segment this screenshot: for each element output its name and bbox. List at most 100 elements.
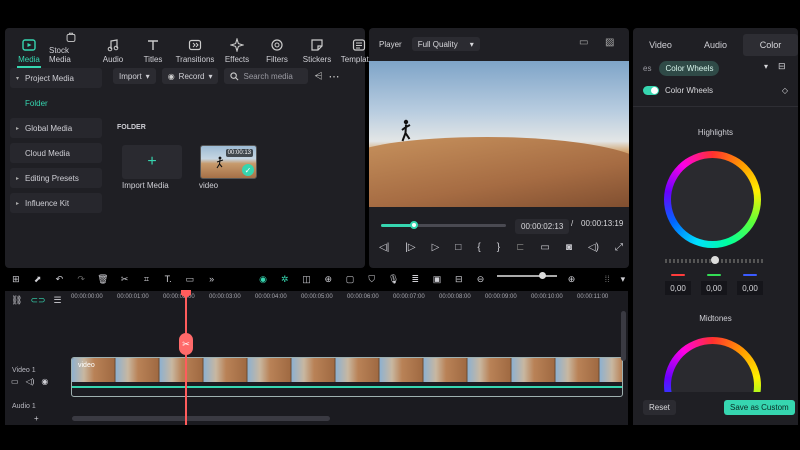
subtab-previous[interactable]: es xyxy=(643,64,651,73)
tab-media[interactable]: Media xyxy=(9,32,49,68)
ruler-tick: 00:00:00:00 xyxy=(71,294,103,300)
tab-titles[interactable]: Titles xyxy=(133,32,173,64)
reset-button[interactable]: Reset xyxy=(643,400,676,415)
cut-icon[interactable]: ✂ xyxy=(114,274,136,285)
tab-color[interactable]: Color xyxy=(743,34,798,56)
filter-icon[interactable]: ⩤ xyxy=(314,71,322,82)
link-icon[interactable]: ⛓ xyxy=(11,295,22,306)
sidebar-item-influence-kit[interactable]: ▸ Influence Kit xyxy=(10,193,102,213)
playback-scrubber[interactable] xyxy=(381,221,506,229)
vertical-scrollbar[interactable] xyxy=(621,311,626,361)
mark-out-icon[interactable]: } xyxy=(497,242,500,253)
render-icon[interactable]: ◫ xyxy=(296,274,318,285)
sticker-icon xyxy=(311,39,323,51)
select-icon[interactable]: ⬈ xyxy=(27,274,49,285)
split-icon[interactable]: ⊏ xyxy=(516,242,524,253)
more-icon[interactable]: ⋯ xyxy=(328,70,339,83)
tab-audio[interactable]: Audio xyxy=(93,32,133,64)
stop-icon[interactable]: □ xyxy=(455,242,461,253)
add-track-plus-icon[interactable]: + xyxy=(34,414,39,423)
video-preview[interactable] xyxy=(369,61,629,207)
sidebar-item-editing-presets[interactable]: ▸ Editing Presets xyxy=(10,168,102,188)
snapshot-grid-icon[interactable]: ▭ xyxy=(579,37,588,48)
sidebar-item-global-media[interactable]: ▸ Global Media xyxy=(10,118,102,138)
more-tools-icon[interactable]: » xyxy=(201,274,223,284)
color-wheels-title: Color Wheels xyxy=(665,86,714,95)
color-wheels-toggle[interactable] xyxy=(643,86,659,95)
track-manage-icon[interactable]: ☰ xyxy=(54,295,62,306)
timeline[interactable]: ⛓ ⊂⊃ ☰ 00:00:00:00 00:00:01:00 00:00:02:… xyxy=(5,291,628,425)
undo-icon[interactable]: ↶ xyxy=(49,274,71,285)
import-media-button[interactable]: + xyxy=(122,145,182,179)
image-insert-icon[interactable]: ▣ xyxy=(426,274,448,285)
add-track-icon[interactable]: ⊕ xyxy=(317,274,339,285)
green-value-field[interactable]: 0,00 xyxy=(701,281,727,295)
horizontal-scrollbar[interactable] xyxy=(72,416,330,421)
shield-icon[interactable]: ⛉ xyxy=(361,274,383,285)
redo-icon[interactable]: ↷ xyxy=(70,274,92,285)
playhead[interactable] xyxy=(185,291,187,425)
snap-icon[interactable]: ✲ xyxy=(274,274,296,285)
media-panel: Media Stock Media Audio Titles Transitio… xyxy=(5,28,377,268)
eye-icon[interactable]: ◉ xyxy=(41,377,48,386)
scene-icon[interactable]: ▢ xyxy=(339,274,361,285)
display-icon[interactable]: ▭ xyxy=(540,242,549,253)
play-icon[interactable]: ▷ xyxy=(432,242,440,253)
zoom-in-icon[interactable]: ⊕ xyxy=(561,274,583,285)
tab-stickers[interactable]: Stickers xyxy=(297,32,337,64)
fullscreen-icon[interactable]: ⤢ xyxy=(615,242,623,253)
split-screen-icon[interactable]: ⊟ xyxy=(448,274,470,285)
mic-icon[interactable]: 🎙 xyxy=(383,274,405,285)
tab-video[interactable]: Video xyxy=(633,34,688,56)
red-value-field[interactable]: 0,00 xyxy=(665,281,691,295)
folder-icon[interactable]: ▭ xyxy=(11,377,19,386)
tab-filters[interactable]: Filters xyxy=(257,32,297,64)
next-frame-icon[interactable]: |▷ xyxy=(405,242,415,253)
sidebar-item-label: Editing Presets xyxy=(25,173,79,183)
highlights-slider[interactable] xyxy=(665,256,765,264)
runner-figure xyxy=(216,156,224,169)
smart-icon[interactable]: ◉ xyxy=(252,274,274,285)
panel-collapse-icon[interactable]: ⊟ xyxy=(778,61,786,72)
keyframe-diamond-icon[interactable]: ◇ xyxy=(782,86,788,95)
sidebar-item-cloud-media[interactable]: Cloud Media xyxy=(10,143,102,163)
scrubber-handle[interactable] xyxy=(410,221,418,229)
search-placeholder: Search media xyxy=(243,71,293,81)
search-input[interactable]: Search media xyxy=(224,68,309,84)
zoom-out-icon[interactable]: ⊖ xyxy=(470,274,492,285)
split-scissors-icon[interactable]: ✂ xyxy=(179,333,193,355)
tab-transitions[interactable]: Transitions xyxy=(173,32,217,64)
crop-icon[interactable]: ⌗ xyxy=(136,274,158,285)
chevron-down-icon[interactable]: ▾ xyxy=(764,62,768,71)
subtab-color-wheels[interactable]: Color Wheels xyxy=(659,61,720,76)
track-add-icon[interactable]: ⊂⊃ xyxy=(30,295,45,306)
chevron-down-icon[interactable]: ▾ xyxy=(618,274,628,285)
speed-icon[interactable]: ▭ xyxy=(179,274,201,285)
camera-icon[interactable]: ◙ xyxy=(566,242,572,253)
tab-audio-inspector[interactable]: Audio xyxy=(688,34,743,56)
volume-icon[interactable]: ◁) xyxy=(588,242,599,253)
timeline-ruler[interactable]: 00:00:00:00 00:00:01:00 00:00:02:00 00:0… xyxy=(71,291,628,305)
video-clip[interactable]: video xyxy=(71,357,623,397)
sidebar-item-project-media[interactable]: ▾ Project Media xyxy=(10,68,102,88)
voiceover-icon[interactable]: ≣ xyxy=(404,274,426,285)
tab-stock-media[interactable]: Stock Media xyxy=(49,32,93,64)
save-as-custom-button[interactable]: Save as Custom xyxy=(724,400,795,415)
image-icon[interactable]: ▨ xyxy=(605,37,614,48)
tab-effects[interactable]: Effects xyxy=(217,32,257,64)
blue-value-field[interactable]: 0,00 xyxy=(737,281,763,295)
sidebar-item-folder[interactable]: Folder xyxy=(10,93,102,113)
video-thumbnail[interactable]: 00:00:13 ✓ xyxy=(200,145,257,179)
text-tool-icon[interactable]: T. xyxy=(157,274,179,284)
import-label: Import xyxy=(119,71,142,81)
delete-icon[interactable]: 🗑 xyxy=(92,274,114,285)
record-dropdown[interactable]: ◉ Record ▾ xyxy=(161,68,219,84)
quality-dropdown[interactable]: Full Quality ▾ xyxy=(411,37,480,51)
mark-in-icon[interactable]: { xyxy=(477,242,480,253)
prev-frame-icon[interactable]: ◁| xyxy=(379,242,389,253)
speaker-icon[interactable]: ◁) xyxy=(26,377,35,386)
slider-handle[interactable] xyxy=(711,256,719,264)
layout-icon[interactable]: ⁞⁞ xyxy=(596,274,618,284)
import-dropdown[interactable]: Import ▾ xyxy=(113,68,156,84)
grid-icon[interactable]: ⊞ xyxy=(5,274,27,285)
